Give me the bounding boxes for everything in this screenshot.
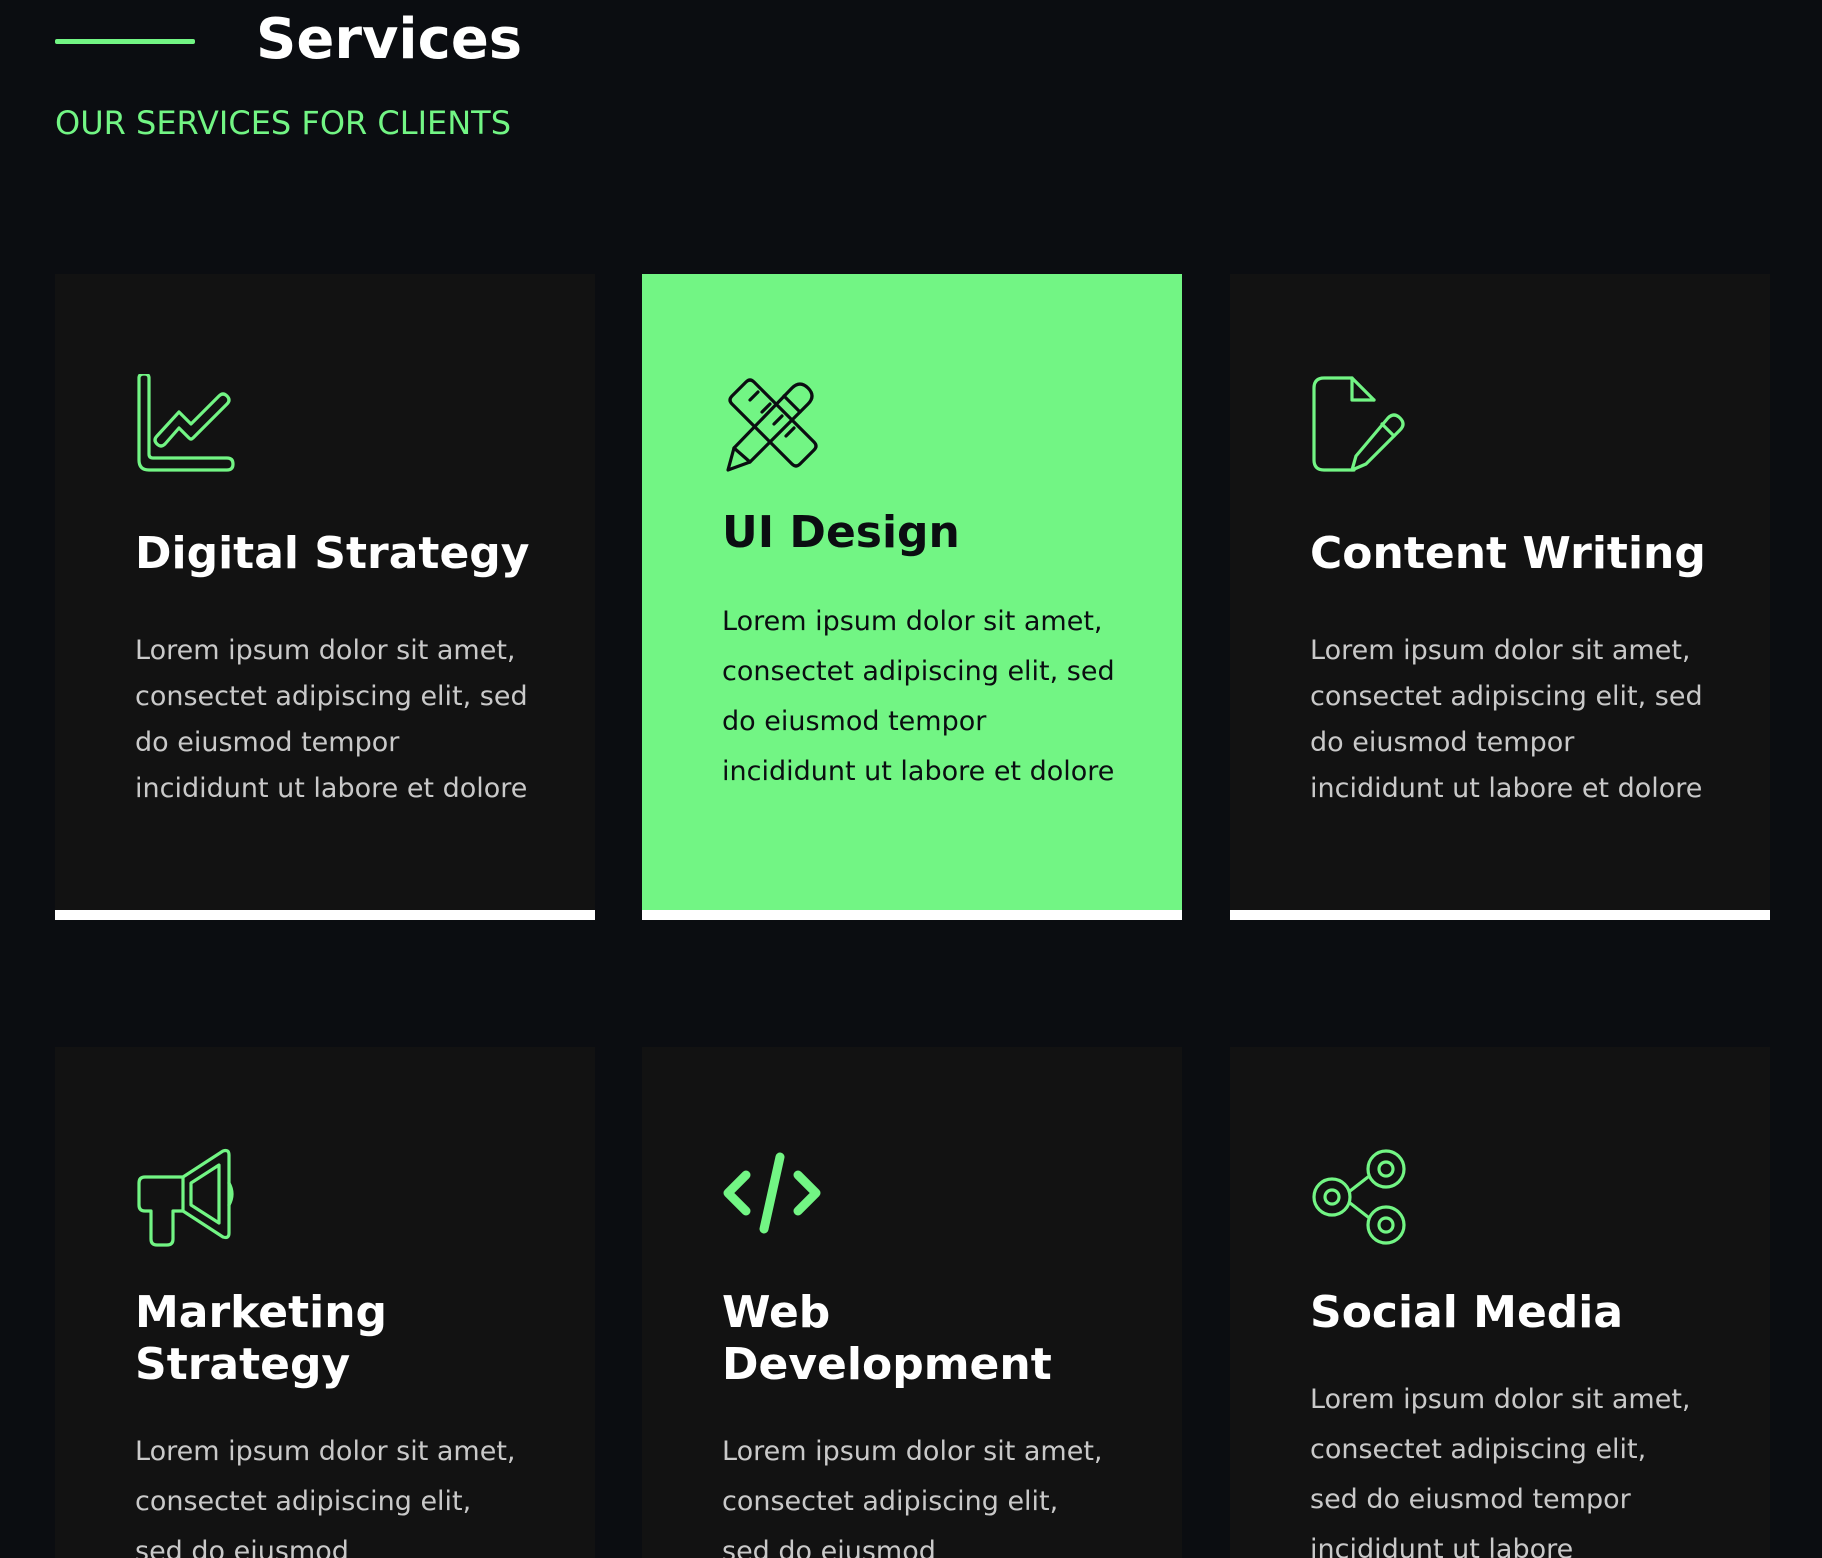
- service-title: Social Media: [1310, 1287, 1624, 1338]
- service-title: UI Design: [722, 507, 960, 558]
- service-card-ui-design[interactable]: UI Design Lorem ipsum dolor sit amet, co…: [642, 274, 1182, 920]
- card-underline: [55, 910, 595, 920]
- service-title: Digital Strategy: [135, 528, 530, 579]
- page-subtitle: OUR SERVICES FOR CLIENTS: [55, 104, 512, 142]
- service-card-marketing-strategy[interactable]: Marketing Strategy Lorem ipsum dolor sit…: [55, 1047, 595, 1558]
- service-description: Lorem ipsum dolor sit amet, consectet ad…: [1310, 635, 1703, 804]
- share-icon: [1310, 1147, 1410, 1247]
- card-underline: [642, 910, 1182, 920]
- service-description: Lorem ipsum dolor sit amet, consectet ad…: [1310, 1384, 1691, 1558]
- service-description: Lorem ipsum dolor sit amet, consectet ad…: [722, 1436, 1103, 1558]
- services-section: Services OUR SERVICES FOR CLIENTS Digita…: [0, 0, 1822, 1558]
- service-title: Web Development: [722, 1287, 1052, 1390]
- service-title: Content Writing: [1310, 528, 1706, 579]
- pencil-ruler-icon: [722, 374, 822, 474]
- service-description: Lorem ipsum dolor sit amet, consectet ad…: [135, 1436, 516, 1558]
- megaphone-icon: [135, 1147, 235, 1247]
- code-icon: [722, 1147, 822, 1247]
- document-edit-icon: [1310, 374, 1410, 474]
- card-underline: [1230, 910, 1770, 920]
- service-card-web-development[interactable]: Web Development Lorem ipsum dolor sit am…: [642, 1047, 1182, 1558]
- chart-line-icon: [135, 374, 235, 474]
- service-description: Lorem ipsum dolor sit amet, consectet ad…: [722, 606, 1115, 787]
- service-card-social-media[interactable]: Social Media Lorem ipsum dolor sit amet,…: [1230, 1047, 1770, 1558]
- service-card-digital-strategy[interactable]: Digital Strategy Lorem ipsum dolor sit a…: [55, 274, 595, 920]
- service-card-content-writing[interactable]: Content Writing Lorem ipsum dolor sit am…: [1230, 274, 1770, 920]
- header-accent-line: [55, 39, 195, 44]
- service-description: Lorem ipsum dolor sit amet, consectet ad…: [135, 635, 528, 804]
- page-title: Services: [256, 7, 523, 72]
- service-title: Marketing Strategy: [135, 1287, 388, 1390]
